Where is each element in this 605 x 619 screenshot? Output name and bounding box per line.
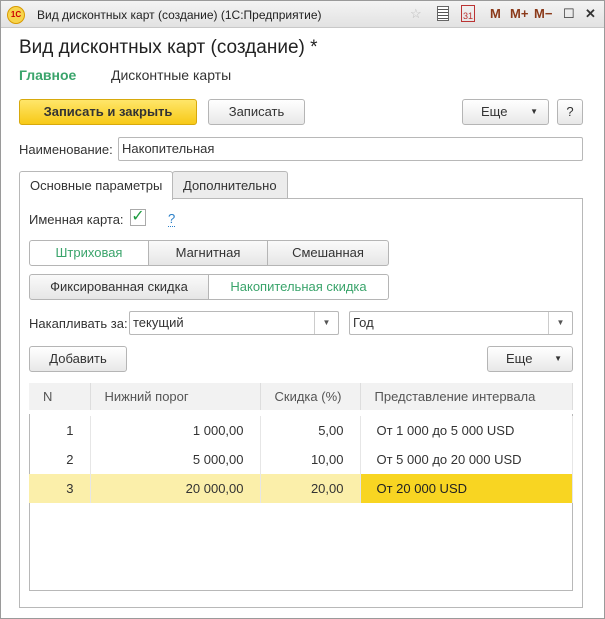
cell-discount: 5,00 [260, 416, 361, 445]
cell-threshold: 20 000,00 [90, 474, 261, 503]
maximize-icon[interactable]: ☐ [563, 6, 575, 22]
title-bar: 1C Вид дисконтных карт (создание) (1С:Пр… [1, 1, 604, 28]
name-label: Наименование: [19, 142, 113, 157]
add-row-button[interactable]: Добавить [29, 346, 127, 372]
table-row[interactable]: 1 1 000,00 5,00 От 1 000 до 5 000 USD [29, 416, 573, 445]
cell-interval: От 1 000 до 5 000 USD [360, 416, 573, 445]
period-kind-select[interactable]: текущий ▼ [129, 311, 339, 335]
cell-discount: 20,00 [260, 474, 361, 503]
table-row[interactable]: 2 5 000,00 10,00 От 5 000 до 20 000 USD [29, 445, 573, 474]
personal-card-checkbox[interactable]: ✓ [130, 209, 146, 226]
memory-button[interactable]: M [490, 6, 501, 21]
cell-n: 3 [29, 474, 91, 503]
more-label: Еще [481, 104, 508, 119]
star-icon[interactable]: ☆ [410, 6, 422, 22]
chevron-down-icon: ▼ [554, 354, 562, 363]
column-header-interval[interactable]: Представление интервала [360, 383, 573, 413]
calendar-icon[interactable]: 31 [461, 5, 475, 22]
chevron-down-icon: ▼ [530, 107, 538, 116]
save-button[interactable]: Записать [208, 99, 305, 125]
nav-main[interactable]: Главное [19, 67, 76, 83]
cell-discount: 10,00 [260, 445, 361, 474]
nav-discount-cards[interactable]: Дисконтные карты [111, 67, 231, 83]
page-title: Вид дисконтных карт (создание) * [19, 37, 318, 58]
cell-n: 2 [29, 445, 91, 474]
column-header-threshold[interactable]: Нижний порог [90, 383, 261, 413]
card-type-barcode[interactable]: Штриховая [29, 240, 149, 266]
dropdown-icon[interactable]: ▼ [314, 312, 338, 334]
memory-plus-button[interactable]: M+ [510, 6, 528, 21]
help-link[interactable]: ? [168, 211, 176, 227]
table-more-button[interactable]: Еще ▼ [487, 346, 573, 372]
accumulate-label: Накапливать за: [29, 316, 128, 331]
column-header-n[interactable]: N [29, 383, 91, 413]
column-header-discount[interactable]: Скидка (%) [260, 383, 361, 413]
cell-n: 1 [29, 416, 91, 445]
discount-type-fixed[interactable]: Фиксированная скидка [29, 274, 209, 300]
save-and-close-button[interactable]: Записать и закрыть [19, 99, 197, 125]
period-select[interactable]: Год ▼ [349, 311, 573, 335]
tab-main-parameters[interactable]: Основные параметры [19, 171, 174, 200]
help-button[interactable]: ? [557, 99, 583, 125]
memory-minus-button[interactable]: M− [534, 6, 552, 21]
table-more-label: Еще [506, 351, 533, 366]
intervals-table: N Нижний порог Скидка (%) Представление … [29, 383, 573, 503]
discount-type-accumulative[interactable]: Накопительная скидка [208, 274, 389, 300]
cell-threshold: 5 000,00 [90, 445, 261, 474]
cell-interval: От 20 000 USD [360, 474, 573, 503]
more-button[interactable]: Еще ▼ [462, 99, 549, 125]
cell-interval: От 5 000 до 20 000 USD [360, 445, 573, 474]
card-type-mixed[interactable]: Смешанная [267, 240, 389, 266]
table-row-selected[interactable]: 3 20 000,00 20,00 От 20 000 USD [29, 474, 573, 503]
window: 1C Вид дисконтных карт (создание) (1С:Пр… [0, 0, 605, 619]
app-logo-icon: 1C [7, 6, 25, 24]
close-icon[interactable]: ✕ [585, 6, 596, 22]
card-type-magnetic[interactable]: Магнитная [148, 240, 268, 266]
period-value: Год [353, 315, 374, 330]
personal-card-label: Именная карта: [29, 212, 124, 227]
window-title: Вид дисконтных карт (создание) (1С:Предп… [37, 8, 322, 22]
tab-additional[interactable]: Дополнительно [172, 171, 288, 199]
name-input[interactable]: Накопительная [118, 137, 583, 161]
cell-threshold: 1 000,00 [90, 416, 261, 445]
dropdown-icon[interactable]: ▼ [548, 312, 572, 334]
period-kind-value: текущий [133, 315, 184, 330]
calculator-icon[interactable] [437, 6, 449, 21]
